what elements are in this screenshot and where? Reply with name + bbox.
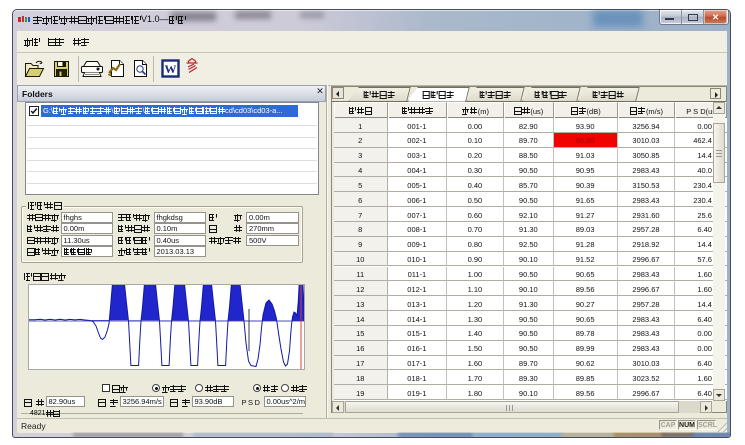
svg-text:W: W [165,62,177,76]
